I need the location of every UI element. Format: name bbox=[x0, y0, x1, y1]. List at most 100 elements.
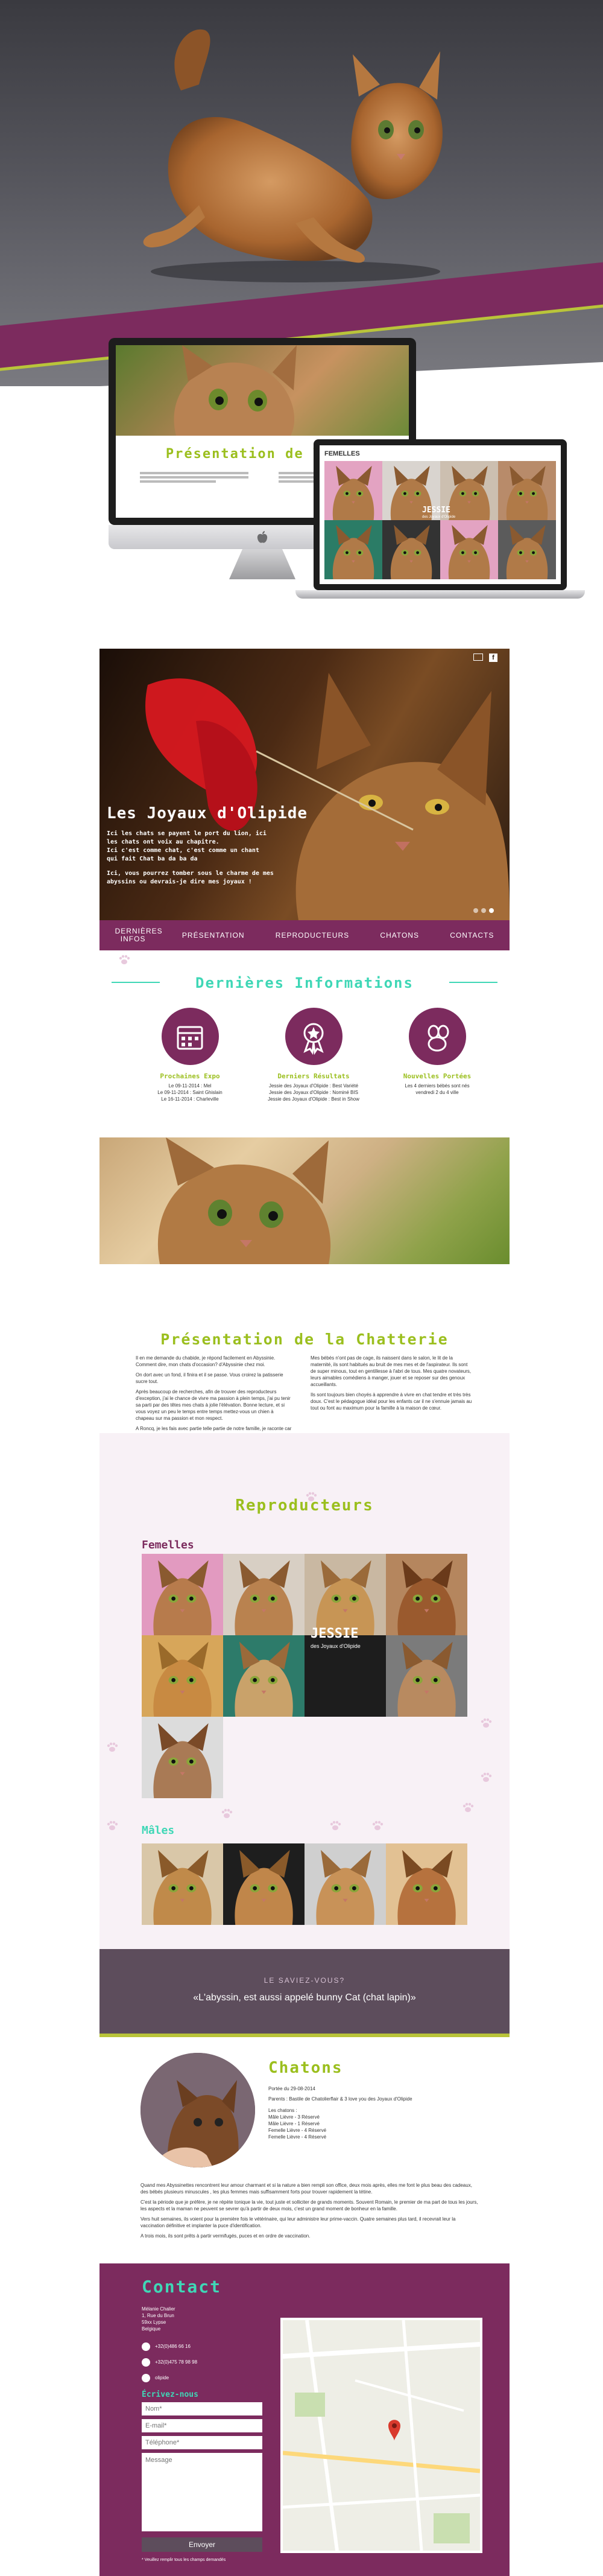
infos-section: Dernières Informations Prochaines Expo L… bbox=[99, 950, 510, 1137]
femelle-tile[interactable] bbox=[223, 1554, 305, 1635]
male-tile[interactable] bbox=[223, 1843, 305, 1925]
presentation-section: Présentation de la Chatterie Il en me de… bbox=[99, 1264, 510, 1438]
paw-print-icon bbox=[461, 1801, 475, 1817]
presentation-banner-image bbox=[99, 1137, 510, 1264]
chatons-meta: Portée du 29-08-2014 Parents : Bastile d… bbox=[268, 2086, 412, 2140]
laptop-cat-tile bbox=[498, 520, 556, 579]
laptop-base bbox=[295, 590, 585, 599]
paw-print-icon bbox=[479, 1717, 493, 1732]
femelle-tile[interactable] bbox=[223, 1635, 305, 1717]
write-us-label: Écrivez-nous bbox=[142, 2390, 198, 2399]
jessie-subtitle: des Joyaux d'Olipide bbox=[311, 1643, 361, 1649]
repro-males-label: Mâles bbox=[142, 1824, 175, 1837]
femelle-tile[interactable] bbox=[386, 1635, 467, 1717]
reproducteurs-section: Reproducteurs Femelles JESSIE des Joyaux… bbox=[99, 955, 510, 1949]
phone-1: +32(0)486 66 16 bbox=[155, 2344, 191, 2349]
imac-text-block bbox=[140, 472, 248, 483]
mobile-icon bbox=[142, 2358, 150, 2367]
slider-title: Les Joyaux d'Olipide bbox=[107, 804, 308, 822]
paw-print-icon bbox=[106, 1741, 119, 1757]
male-tile[interactable] bbox=[386, 1843, 467, 1925]
femelles-grid bbox=[142, 1554, 467, 1798]
main-nav: Dernières INFOS PRÉSENTATION REPRODUCTEU… bbox=[99, 920, 510, 950]
chatons-title: Chatons bbox=[268, 2059, 343, 2077]
quote-text: «L'abyssin, est aussi appelé bunny Cat (… bbox=[193, 1992, 416, 2003]
nav-contacts[interactable]: CONTACTS bbox=[450, 931, 494, 940]
kitten-banner-icon bbox=[157, 1137, 331, 1264]
slider-text: Ici les chats se payent le port du lion,… bbox=[107, 830, 274, 885]
jessie-label: JESSIE bbox=[311, 1626, 359, 1641]
chaton-photo bbox=[140, 2053, 255, 2167]
phone-2: +32(0)475 78 98 98 bbox=[155, 2359, 198, 2365]
email-field[interactable] bbox=[142, 2419, 262, 2432]
paw-print-icon bbox=[118, 953, 131, 969]
nav-reproducteurs[interactable]: REPRODUCTEURS bbox=[276, 931, 349, 940]
info-column: Nouvelles Portées Les 4 derniers bébés s… bbox=[383, 1008, 491, 1096]
laptop-femelles-label: FEMELLES bbox=[324, 450, 360, 457]
laptop-cat-tile bbox=[324, 520, 382, 579]
male-tile[interactable] bbox=[305, 1843, 386, 1925]
contact-phones: +32(0)486 66 16 +32(0)475 78 98 98 olipi… bbox=[142, 2339, 197, 2386]
nav-chatons[interactable]: CHATONS bbox=[380, 931, 419, 940]
mail-icon[interactable] bbox=[473, 654, 483, 661]
info-lines: Les 4 derniers bébés sont nés vendredi 2 … bbox=[405, 1083, 470, 1095]
laptop-mockup-screen: FEMELLES JESSIE des Joyaux d'Olipide bbox=[314, 439, 567, 590]
paw-print-icon bbox=[220, 1807, 233, 1823]
laptop-cat-tile bbox=[382, 520, 440, 579]
contact-section: Contact Mélanie Chalier 1, Rue du Brun 59x… bbox=[99, 2263, 510, 2576]
kitten-hero-image bbox=[143, 29, 443, 282]
paw-print-icon bbox=[106, 1819, 119, 1835]
presentation-title: Présentation de la Chatterie bbox=[160, 1331, 449, 1348]
contact-map[interactable] bbox=[280, 2318, 482, 2553]
hero-banner bbox=[0, 0, 603, 386]
chatons-body: Quand mes Abyssinettes rencontrent leur … bbox=[140, 2183, 478, 2239]
info-lines: Le 09-11-2014 : Mel Le 09-11-2014 : Saint… bbox=[157, 1083, 223, 1102]
send-button[interactable]: Envoyer bbox=[142, 2537, 262, 2552]
laptop-cat-tile bbox=[324, 461, 382, 520]
info-heading: Prochaines Expo bbox=[160, 1072, 220, 1080]
chatons-section: Chatons Portée du 29-08-2014 Parents : B… bbox=[99, 2037, 510, 2263]
repro-femelles-label: Femelles bbox=[142, 1539, 194, 1551]
rosette-icon bbox=[285, 1008, 343, 1065]
kitten-photo-icon bbox=[140, 2053, 255, 2167]
contact-address: Mélanie Chalier 1, Rue du Brun 59xx Lypse B… bbox=[142, 2306, 175, 2332]
paw-print-icon bbox=[305, 1490, 318, 1506]
paw-icon bbox=[408, 1008, 466, 1065]
contact-title: Contact bbox=[142, 2277, 222, 2297]
laptop-jessie-sub: des Joyaux d'Olipide bbox=[422, 515, 456, 519]
laptop-cat-tile bbox=[498, 461, 556, 520]
laptop-jessie-label: JESSIE bbox=[422, 506, 450, 515]
slider-dots[interactable] bbox=[473, 908, 494, 913]
calendar-icon bbox=[161, 1008, 219, 1065]
infos-title: Dernières Informations bbox=[195, 975, 414, 991]
info-column: Derniers Résultats Jessie des Joyaux d'O… bbox=[259, 1008, 368, 1102]
imac-kitten-image bbox=[116, 345, 409, 436]
kitten-face-icon bbox=[174, 345, 297, 436]
imac-stand bbox=[229, 549, 295, 579]
required-note: * Veuillez remplir tous les champs deman… bbox=[142, 2558, 226, 2562]
name-field[interactable] bbox=[142, 2402, 262, 2415]
message-field[interactable] bbox=[142, 2453, 262, 2531]
presentation-right-text: Mes bébés n'ont pas de cage, ils naissen… bbox=[311, 1355, 472, 1411]
facebook-icon[interactable]: f bbox=[489, 654, 497, 662]
male-tile[interactable] bbox=[142, 1843, 223, 1925]
info-heading: Nouvelles Portées bbox=[403, 1072, 472, 1080]
home-slider: f Les Joyaux d'Olipide Ici les chats se … bbox=[99, 649, 510, 920]
paw-print-icon bbox=[371, 1819, 384, 1835]
phone-field[interactable] bbox=[142, 2436, 262, 2449]
femelle-tile[interactable] bbox=[386, 1554, 467, 1635]
femelle-tile[interactable] bbox=[305, 1554, 386, 1635]
skype-icon bbox=[142, 2373, 150, 2382]
males-grid bbox=[142, 1843, 467, 1925]
femelle-tile[interactable] bbox=[142, 1717, 223, 1798]
paw-print-icon bbox=[329, 1819, 342, 1835]
presentation-left-text: Il en me demande du chabide, je répond f… bbox=[136, 1355, 292, 1438]
femelle-tile[interactable] bbox=[142, 1554, 223, 1635]
map-image bbox=[283, 2320, 480, 2551]
info-heading: Derniers Résultats bbox=[277, 1072, 350, 1080]
nav-dernieres-infos[interactable]: Dernières INFOS bbox=[115, 927, 162, 943]
femelle-tile[interactable] bbox=[142, 1635, 223, 1717]
nav-presentation[interactable]: PRÉSENTATION bbox=[182, 931, 245, 940]
quote-band: LE SAVIEZ-VOUS? «L'abyssin, est aussi ap… bbox=[99, 1949, 510, 2034]
skype-id: olipide bbox=[155, 2375, 169, 2380]
